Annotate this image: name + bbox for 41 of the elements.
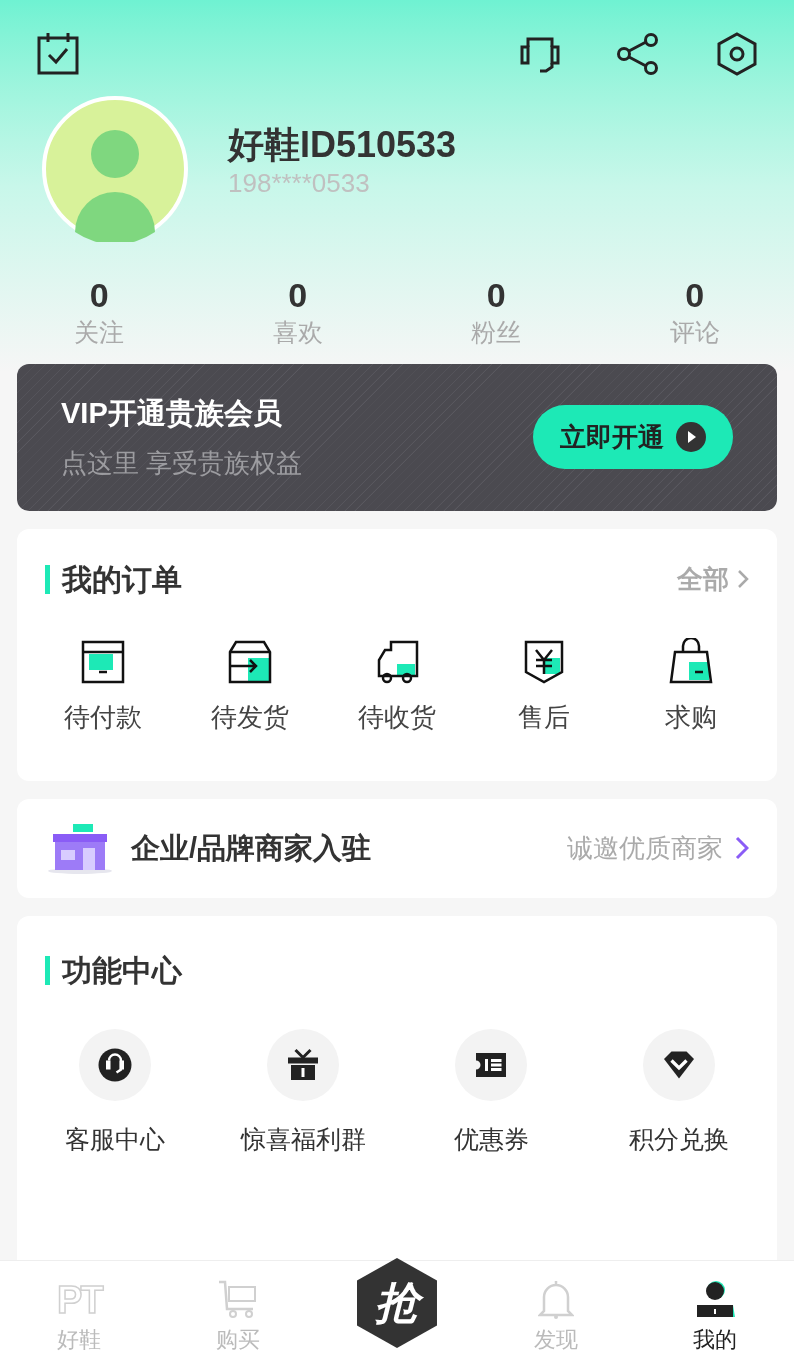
play-icon: [676, 422, 706, 453]
function-shortcut[interactable]: 优惠券: [397, 1028, 585, 1159]
accent-bar: [45, 955, 50, 985]
order-shortcut[interactable]: 售后: [470, 637, 618, 737]
merchant-card[interactable]: 企业/品牌商家入驻 诚邀优质商家: [17, 798, 777, 898]
stat-count: 0: [486, 275, 506, 316]
stat-label: 评论: [669, 316, 720, 348]
chevron-right-icon: [737, 569, 749, 590]
merchant-link: 诚邀优质商家: [567, 831, 723, 865]
bell-icon: [537, 1278, 574, 1319]
stat-label: 喜欢: [272, 316, 323, 348]
vip-title: VIP开通贵族会员: [61, 396, 283, 431]
stat-label: 关注: [74, 316, 125, 348]
function-shortcut[interactable]: 客服中心: [21, 1028, 209, 1159]
person-icon: [694, 1278, 735, 1319]
order-shortcut[interactable]: 待付款: [29, 637, 177, 737]
headset-icon: [97, 1046, 133, 1083]
activate-button[interactable]: 立即开通: [533, 405, 733, 470]
order-shortcut[interactable]: 待收货: [323, 637, 471, 737]
share-icon[interactable]: [616, 32, 660, 76]
order-shortcut[interactable]: 求购: [617, 637, 765, 737]
settings-icon[interactable]: [716, 32, 758, 76]
chevron-right-icon: [735, 836, 749, 861]
function-shortcut[interactable]: 积分兑换: [585, 1028, 773, 1159]
section-title: 功能中心: [62, 952, 182, 989]
calendar-check-icon[interactable]: [36, 32, 80, 76]
gift-icon: [285, 1046, 321, 1083]
tab[interactable]: 我的: [635, 1261, 794, 1369]
order-shortcut[interactable]: 待发货: [176, 637, 324, 737]
merchant-title: 企业/品牌商家入驻: [131, 830, 372, 866]
vip-subtitle: 点这里 享受贵族权益: [61, 446, 303, 480]
grab-button[interactable]: 抢: [317, 1261, 477, 1369]
vip-banner[interactable]: VIP开通贵族会员 点这里 享受贵族权益 立即开通: [17, 363, 777, 511]
section-title: 我的订单: [62, 561, 182, 598]
username: 好鞋ID510533: [228, 123, 457, 168]
function-shortcut[interactable]: 惊喜福利群: [209, 1028, 397, 1159]
stat-label: 粉丝: [471, 316, 522, 348]
accent-bar: [45, 564, 50, 594]
stat-count: 0: [288, 275, 308, 316]
stat-count: 0: [685, 275, 705, 316]
stat-count: 0: [89, 275, 109, 316]
